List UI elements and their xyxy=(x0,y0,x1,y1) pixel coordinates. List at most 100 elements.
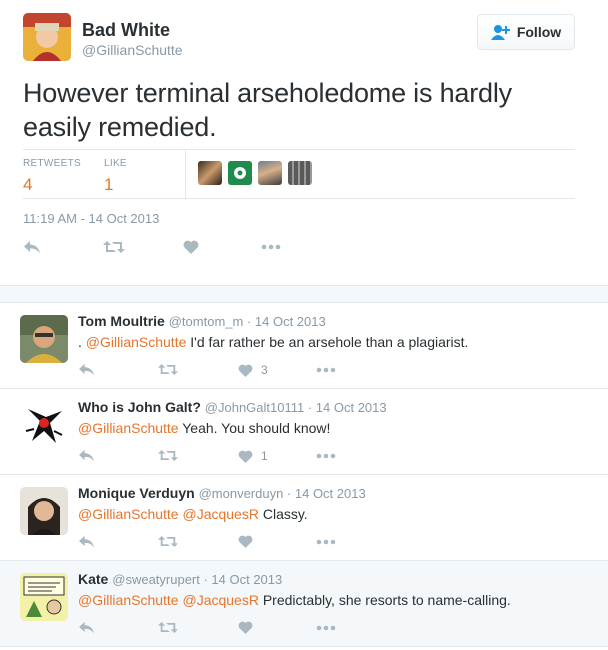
thread-separator xyxy=(0,285,608,303)
reply-actions: 1 xyxy=(78,449,378,467)
more-icon xyxy=(261,244,281,250)
reply-tweet[interactable]: Tom Moultrie @tomtom_m · 14 Oct 2013 . @… xyxy=(0,303,608,389)
follow-button[interactable]: Follow xyxy=(477,14,575,50)
reply-actions: 3 xyxy=(78,363,378,381)
stats-divider xyxy=(185,150,186,200)
retweet-icon xyxy=(103,241,125,253)
like-button[interactable]: 3 xyxy=(238,363,268,377)
main-tweet-actions xyxy=(23,240,323,260)
reply-button[interactable] xyxy=(78,535,95,548)
reply-button[interactable] xyxy=(23,240,41,254)
liker-avatar[interactable] xyxy=(258,161,282,185)
reply-tweet[interactable]: Monique Verduyn @monverduyn · 14 Oct 201… xyxy=(0,475,608,561)
reply-text: . @GillianSchutte I'd far rather be an a… xyxy=(78,334,468,350)
retweet-button[interactable] xyxy=(103,240,125,254)
reply-mentions[interactable]: @GillianSchutte @JacquesR xyxy=(78,506,259,522)
reply-icon xyxy=(79,449,94,462)
reply-tweet[interactable]: Who is John Galt? @JohnGalt10111 · 14 Oc… xyxy=(0,389,608,475)
retweets-label: RETWEETS xyxy=(23,158,81,169)
more-button[interactable] xyxy=(316,539,336,545)
liker-avatar[interactable] xyxy=(288,161,312,185)
reply-prefix: . xyxy=(78,334,86,350)
reply-mentions[interactable]: @GillianSchutte xyxy=(86,334,187,350)
retweet-icon xyxy=(158,364,178,375)
reply-author-meta[interactable]: @JohnGalt10111 · 14 Oct 2013 xyxy=(205,400,387,415)
like-button[interactable] xyxy=(238,535,261,548)
reply-tweet[interactable]: Kate @sweatyrupert · 14 Oct 2013 @Gillia… xyxy=(0,561,608,647)
main-tweet: Bad White @GillianSchutte Follow However… xyxy=(0,0,608,285)
reply-actions xyxy=(78,621,378,639)
likes-count: 1 xyxy=(104,175,114,194)
reply-icon xyxy=(79,535,94,548)
heart-icon xyxy=(238,450,253,463)
like-button[interactable] xyxy=(238,621,261,634)
reply-author-name[interactable]: Kate xyxy=(78,571,108,587)
reply-body: Predictably, she resorts to name-calling… xyxy=(258,592,511,608)
liker-avatar[interactable] xyxy=(228,161,252,185)
reply-header: Tom Moultrie @tomtom_m · 14 Oct 2013 xyxy=(78,313,326,329)
author-avatar[interactable] xyxy=(23,13,71,61)
reply-body: Classy. xyxy=(258,506,308,522)
author-handle[interactable]: @GillianSchutte xyxy=(82,42,183,58)
like-count: 3 xyxy=(261,363,268,377)
retweet-icon xyxy=(158,450,178,461)
reply-body: I'd far rather be an arsehole than a pla… xyxy=(186,334,469,350)
reply-author-name[interactable]: Who is John Galt? xyxy=(78,399,201,415)
reply-author-name[interactable]: Tom Moultrie xyxy=(78,313,165,329)
retweets-count: 4 xyxy=(23,175,33,194)
reply-author-meta[interactable]: @monverduyn · 14 Oct 2013 xyxy=(199,486,366,501)
reply-icon xyxy=(79,621,94,634)
reply-text: @GillianSchutte @JacquesR Predictably, s… xyxy=(78,592,511,608)
likes-label: LIKE xyxy=(104,158,127,169)
more-button[interactable] xyxy=(261,244,281,250)
tweet-text: However terminal arseholedome is hardly … xyxy=(23,78,512,142)
reply-header: Monique Verduyn @monverduyn · 14 Oct 201… xyxy=(78,485,366,501)
retweet-icon xyxy=(158,622,178,633)
more-button[interactable] xyxy=(316,453,336,459)
reply-avatar[interactable] xyxy=(20,487,68,535)
liker-avatar[interactable] xyxy=(198,161,222,185)
like-button[interactable] xyxy=(183,240,199,254)
tweet-stats: RETWEETS 4 LIKE 1 xyxy=(23,149,575,200)
tweet-timestamp[interactable]: 11:19 AM - 14 Oct 2013 xyxy=(23,211,159,226)
likes-stat[interactable]: LIKE 1 xyxy=(104,158,127,195)
heart-icon xyxy=(238,364,253,377)
reply-actions xyxy=(78,535,378,553)
more-icon xyxy=(316,625,336,631)
reply-mentions[interactable]: @GillianSchutte @JacquesR xyxy=(78,592,259,608)
reply-icon xyxy=(24,241,40,253)
heart-icon xyxy=(238,621,253,634)
likers-avatars xyxy=(198,161,312,185)
retweet-button[interactable] xyxy=(158,363,178,376)
add-user-icon xyxy=(490,25,510,40)
heart-icon xyxy=(238,535,253,548)
retweet-button[interactable] xyxy=(158,449,178,462)
more-icon xyxy=(316,539,336,545)
more-button[interactable] xyxy=(316,367,336,373)
reply-header: Kate @sweatyrupert · 14 Oct 2013 xyxy=(78,571,282,587)
reply-button[interactable] xyxy=(78,621,95,634)
follow-label: Follow xyxy=(516,24,562,40)
reply-text: @GillianSchutte Yeah. You should know! xyxy=(78,420,330,436)
more-icon xyxy=(316,367,336,373)
heart-icon xyxy=(183,240,199,254)
reply-author-meta[interactable]: @tomtom_m · 14 Oct 2013 xyxy=(169,314,326,329)
reply-author-name[interactable]: Monique Verduyn xyxy=(78,485,195,501)
reply-button[interactable] xyxy=(78,449,95,462)
reply-avatar[interactable] xyxy=(20,401,68,449)
reply-author-meta[interactable]: @sweatyrupert · 14 Oct 2013 xyxy=(112,572,282,587)
reply-avatar[interactable] xyxy=(20,573,68,621)
like-button[interactable]: 1 xyxy=(238,449,268,463)
author-display-name[interactable]: Bad White xyxy=(82,20,170,41)
reply-header: Who is John Galt? @JohnGalt10111 · 14 Oc… xyxy=(78,399,387,415)
retweets-stat[interactable]: RETWEETS 4 xyxy=(23,158,81,195)
more-button[interactable] xyxy=(316,625,336,631)
retweet-button[interactable] xyxy=(158,621,178,634)
like-count: 1 xyxy=(261,449,268,463)
reply-text: @GillianSchutte @JacquesR Classy. xyxy=(78,506,308,522)
reply-mentions[interactable]: @GillianSchutte xyxy=(78,420,179,436)
reply-avatar[interactable] xyxy=(20,315,68,363)
more-icon xyxy=(316,453,336,459)
reply-button[interactable] xyxy=(78,363,95,376)
retweet-button[interactable] xyxy=(158,535,178,548)
